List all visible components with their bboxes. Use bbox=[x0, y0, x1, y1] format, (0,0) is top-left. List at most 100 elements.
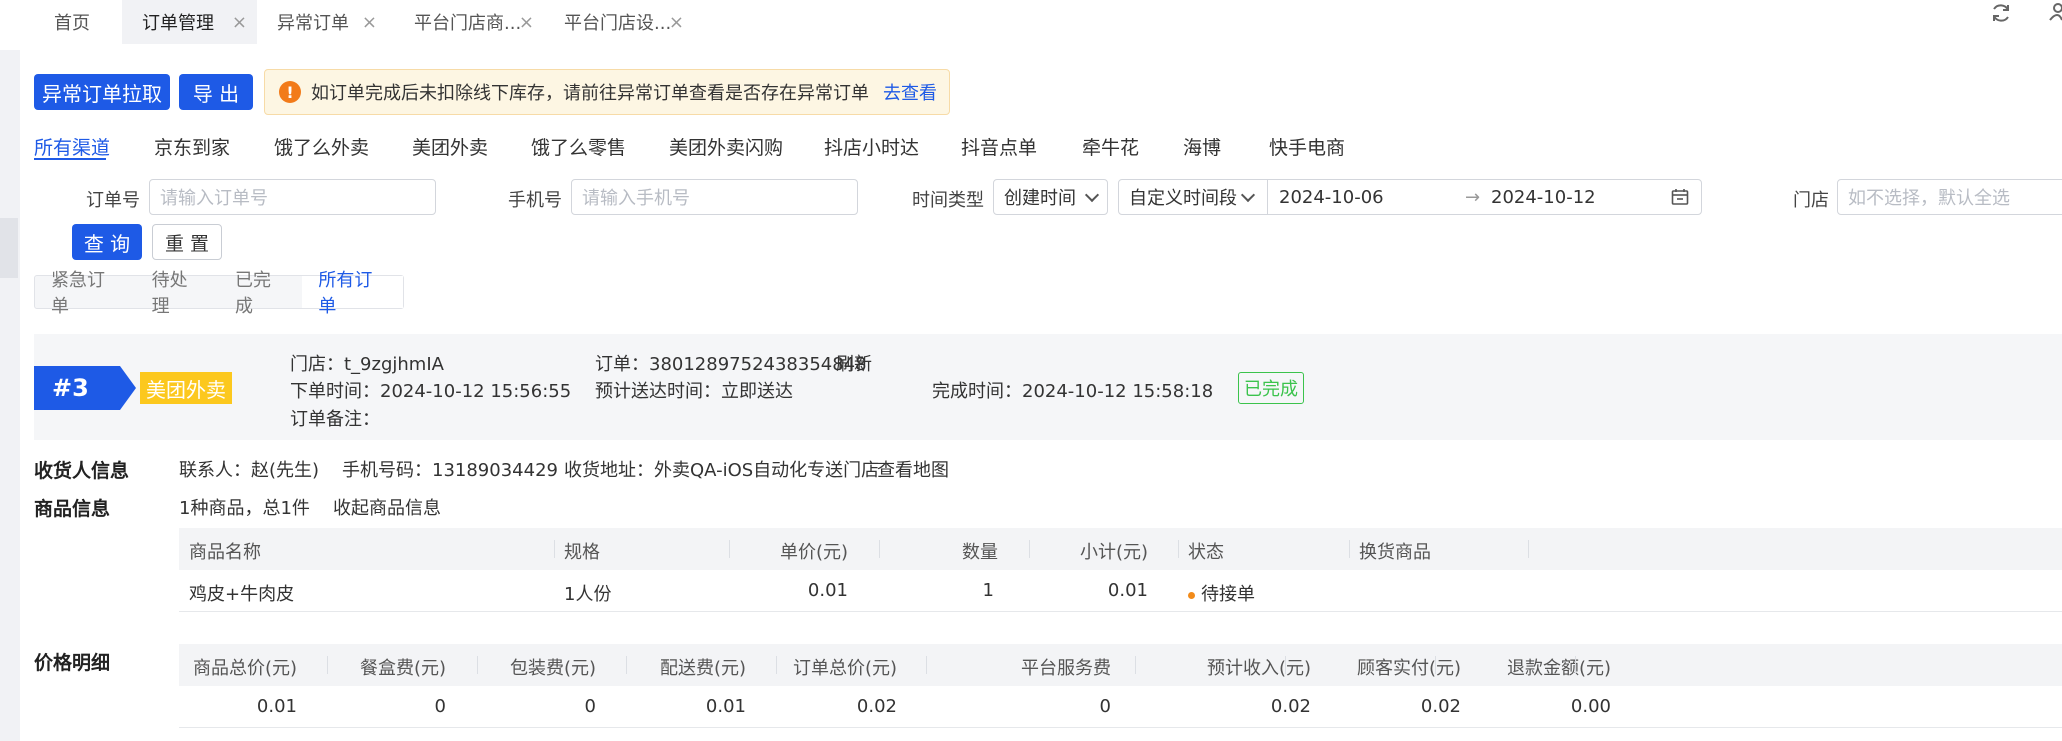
col-sep bbox=[1178, 540, 1179, 558]
channel-eleme-retail[interactable]: 饿了么零售 bbox=[531, 133, 626, 160]
price-customer-paid: 0.02 bbox=[1420, 696, 1461, 717]
col-subtotal: 小计(元) bbox=[1079, 542, 1148, 563]
goods-spec: 1人份 bbox=[564, 584, 612, 605]
goods-price: 0.01 bbox=[807, 580, 848, 601]
close-icon[interactable]: × bbox=[232, 12, 247, 33]
channel-qianniuhua[interactable]: 牵牛花 bbox=[1082, 133, 1139, 160]
left-gutter bbox=[0, 50, 20, 741]
order-seq-badge: #3 bbox=[34, 366, 120, 410]
price-service-fee: 0 bbox=[1099, 696, 1111, 717]
col-sep bbox=[1575, 656, 1576, 674]
phone-input[interactable]: 请输入手机号 bbox=[571, 179, 858, 215]
close-icon[interactable]: × bbox=[362, 12, 377, 33]
col-sep bbox=[1528, 540, 1529, 558]
goods-subtotal: 0.01 bbox=[1107, 580, 1148, 601]
price-table-header: 商品总价(元) 餐盒费(元) 包装费(元) 配送费(元) 订单总价(元) 平台服… bbox=[179, 644, 2062, 686]
col-qty: 数量 bbox=[962, 542, 998, 563]
order-no-input[interactable]: 请输入订单号 bbox=[149, 179, 436, 215]
col-name: 商品名称 bbox=[189, 542, 261, 563]
channel-all[interactable]: 所有渠道 bbox=[34, 133, 110, 160]
price-col-box-fee: 餐盒费(元) bbox=[359, 658, 446, 679]
price-col-order-total: 订单总价(元) bbox=[792, 658, 897, 679]
time-type-value: 创建时间 bbox=[1004, 188, 1076, 209]
calendar-icon[interactable] bbox=[1671, 188, 1689, 206]
tab-label: 首页 bbox=[54, 13, 90, 34]
goods-table-header: 商品名称 规格 单价(元) 数量 小计(元) 状态 换货商品 bbox=[179, 528, 2062, 570]
channel-kuaishou[interactable]: 快手电商 bbox=[1269, 133, 1345, 160]
goods-name: 鸡皮+牛肉皮 bbox=[189, 584, 295, 605]
date-range-picker[interactable]: 自定义时间段 2024-10-06 → 2024-10-12 bbox=[1118, 179, 1702, 215]
tab-order-management[interactable]: 订单管理 × bbox=[122, 0, 257, 44]
order-seq-arrow bbox=[120, 366, 136, 410]
refresh-link[interactable]: 刷新 bbox=[836, 350, 872, 376]
tab-platform-store-settings[interactable]: 平台门店设... × bbox=[544, 0, 694, 44]
channel-douyin-hourly[interactable]: 抖店小时达 bbox=[824, 133, 919, 160]
goods-title: 商品信息 bbox=[34, 498, 111, 520]
col-spec: 规格 bbox=[564, 542, 600, 563]
col-price: 单价(元) bbox=[779, 542, 848, 563]
reset-button[interactable]: 重 置 bbox=[152, 224, 222, 260]
tab-abnormal-orders[interactable]: 异常订单 × bbox=[257, 0, 387, 44]
status-tab-all[interactable]: 所有订单 bbox=[302, 270, 403, 317]
goods-status-text: 待接单 bbox=[1201, 584, 1255, 605]
date-start[interactable]: 2024-10-06 bbox=[1279, 187, 1384, 208]
col-sep bbox=[729, 540, 730, 558]
order-number: 订单：3801289752438354848 bbox=[595, 354, 867, 375]
price-row: 0.01 0 0 0.01 0.02 0 0.02 0.02 0.00 bbox=[179, 686, 2062, 728]
tab-label: 平台门店设... bbox=[564, 13, 672, 34]
store-select[interactable]: 如不选择，默认全选 bbox=[1837, 179, 2062, 215]
chevron-down-icon bbox=[1240, 187, 1256, 203]
side-handle[interactable] bbox=[0, 218, 18, 278]
time-type-label: 时间类型 bbox=[912, 190, 984, 211]
channel-eleme-takeout[interactable]: 饿了么外卖 bbox=[274, 133, 369, 160]
status-tab-completed[interactable]: 已完成 bbox=[219, 270, 302, 317]
price-title: 价格明细 bbox=[34, 652, 111, 674]
col-sep bbox=[1029, 540, 1030, 558]
range-divider bbox=[1267, 180, 1268, 214]
col-swap: 换货商品 bbox=[1359, 542, 1431, 563]
channel-haibo[interactable]: 海博 bbox=[1183, 133, 1221, 160]
export-button[interactable]: 导 出 bbox=[179, 74, 253, 110]
col-sep bbox=[1135, 656, 1136, 674]
goods-summary[interactable]: 1种商品，总1件 bbox=[179, 494, 310, 520]
col-sep bbox=[626, 656, 627, 674]
pull-abnormal-orders-button[interactable]: 异常订单拉取 bbox=[34, 74, 170, 110]
col-status: 状态 bbox=[1188, 542, 1224, 563]
price-pack-fee: 0 bbox=[584, 696, 596, 717]
tab-label: 订单管理 bbox=[142, 13, 214, 34]
order-remark: 订单备注： bbox=[290, 409, 380, 430]
status-tab-pending[interactable]: 待处理 bbox=[136, 270, 219, 317]
order-no-label: 订单号 bbox=[86, 190, 140, 211]
status-tab-urgent[interactable]: 紧急订单 bbox=[35, 270, 136, 317]
price-col-goods-total: 商品总价(元) bbox=[192, 658, 297, 679]
tab-home[interactable]: 首页 bbox=[34, 0, 134, 44]
channel-meituan-takeout[interactable]: 美团外卖 bbox=[412, 133, 488, 160]
price-col-delivery-fee: 配送费(元) bbox=[659, 658, 746, 679]
order-eta: 预计送达时间：立即送达 bbox=[595, 381, 793, 402]
date-end[interactable]: 2024-10-12 bbox=[1491, 187, 1596, 208]
price-order-total: 0.02 bbox=[856, 696, 897, 717]
user-icon[interactable] bbox=[2048, 2, 2062, 22]
phone-placeholder: 请输入手机号 bbox=[582, 188, 690, 209]
channel-meituan-flash[interactable]: 美团外卖闪购 bbox=[669, 133, 783, 160]
channel-douyin-order[interactable]: 抖音点单 bbox=[961, 133, 1037, 160]
view-map-link[interactable]: 查看地图 bbox=[877, 456, 949, 482]
range-type-value[interactable]: 自定义时间段 bbox=[1129, 184, 1237, 210]
channel-jd-daojia[interactable]: 京东到家 bbox=[154, 133, 230, 160]
close-icon[interactable]: × bbox=[669, 12, 684, 33]
col-sep bbox=[477, 656, 478, 674]
platform-badge: 美团外卖 bbox=[140, 372, 232, 404]
close-icon[interactable]: × bbox=[519, 12, 534, 33]
collapse-goods-link[interactable]: 收起商品信息 bbox=[333, 494, 441, 520]
query-button[interactable]: 查 询 bbox=[72, 224, 142, 260]
tab-bar: 首页 订单管理 × 异常订单 × 平台门店商... × 平台门店设... × bbox=[0, 0, 2062, 50]
col-sep bbox=[1349, 540, 1350, 558]
go-view-link[interactable]: 去查看 bbox=[883, 79, 937, 105]
col-sep bbox=[1285, 656, 1286, 674]
warning-icon: ! bbox=[279, 81, 301, 103]
notice-text: 如订单完成后未扣除线下库存，请前往异常订单查看是否存在异常订单 bbox=[311, 83, 869, 104]
price-goods-total: 0.01 bbox=[256, 696, 297, 717]
tab-platform-store-goods[interactable]: 平台门店商... × bbox=[394, 0, 544, 44]
time-type-select[interactable]: 创建时间 bbox=[993, 179, 1108, 215]
refresh-icon[interactable] bbox=[1990, 2, 2012, 24]
